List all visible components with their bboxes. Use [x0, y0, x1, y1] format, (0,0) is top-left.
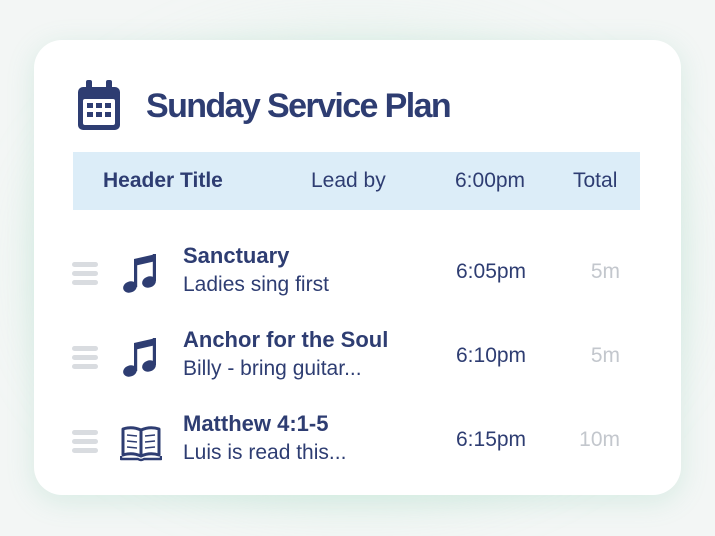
item-duration: 10m	[579, 428, 620, 451]
header-title-column: Header Title	[103, 169, 223, 192]
table-header: Header Title Lead by 6:00pm Total	[73, 152, 640, 210]
drag-handle-icon[interactable]	[72, 260, 98, 288]
item-duration: 5m	[590, 260, 620, 283]
service-item-row[interactable]: Sanctuary Ladies sing first 6:05pm 5m	[34, 240, 681, 310]
drag-handle-icon[interactable]	[72, 344, 98, 372]
item-note: Billy - bring guitar...	[183, 357, 362, 380]
item-note: Luis is read this...	[183, 441, 347, 464]
item-title: Anchor for the Soul	[183, 327, 389, 352]
item-title: Sanctuary	[183, 243, 290, 268]
item-time: 6:05pm	[456, 260, 527, 283]
item-time: 6:15pm	[456, 428, 527, 451]
header-start-time: 6:00pm	[455, 169, 526, 192]
service-item-row[interactable]: Matthew 4:1-5 Luis is read this... 6:15p…	[34, 408, 681, 478]
music-note-icon	[120, 253, 162, 295]
title-row: Sunday Service Plan	[76, 78, 452, 134]
item-time: 6:10pm	[456, 344, 527, 367]
open-book-icon	[120, 421, 162, 463]
item-duration: 5m	[590, 344, 620, 367]
drag-handle-icon[interactable]	[72, 428, 98, 456]
music-note-icon	[120, 337, 162, 379]
item-title: Matthew 4:1-5	[183, 411, 329, 436]
service-item-row[interactable]: Anchor for the Soul Billy - bring guitar…	[34, 324, 681, 394]
header-total-column: Total	[573, 169, 618, 192]
service-plan-card: Sunday Service Plan Header Title Lead by…	[34, 40, 681, 495]
header-lead-column: Lead by	[311, 169, 386, 192]
item-note: Ladies sing first	[183, 273, 329, 296]
calendar-icon	[76, 80, 122, 132]
page-title: Sunday Service Plan	[146, 86, 452, 125]
